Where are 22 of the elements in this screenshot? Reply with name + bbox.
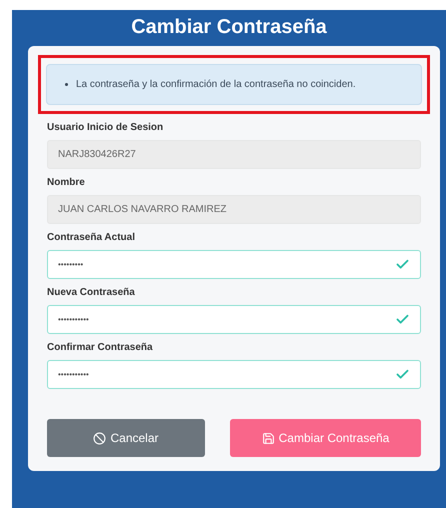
input-field[interactable]: •••••••••••	[47, 360, 421, 389]
field-label: Confirmar Contraseña	[47, 341, 154, 355]
page-title: Cambiar Contraseña	[130, 15, 328, 40]
field-value: JUAN CARLOS NAVARRO RAMIREZ	[58, 203, 228, 217]
field-label: Nueva Contraseña	[47, 286, 136, 300]
input-field[interactable]: •••••••••••	[47, 305, 421, 334]
save-icon	[262, 432, 275, 444]
field-label: Usuario Inicio de Sesion	[47, 121, 164, 135]
cancel-icon	[93, 432, 106, 444]
field-label: Contraseña Actual	[47, 231, 136, 245]
input-field[interactable]: JUAN CARLOS NAVARRO RAMIREZ	[47, 195, 421, 224]
field-label: Nombre	[47, 176, 86, 190]
error-message: La contraseña y la confirmación de la contraseña no coinciden.	[76, 78, 356, 92]
field-value: •••••••••••	[58, 368, 90, 380]
input-field[interactable]: NARJ830426R27	[47, 140, 421, 169]
field-value: NARJ830426R27	[58, 148, 137, 162]
cancel-button[interactable]: Cancelar	[47, 419, 205, 457]
bullet-icon	[65, 83, 68, 86]
input-field[interactable]: •••••••••	[47, 250, 421, 279]
field-value: •••••••••	[58, 258, 84, 270]
submit-button[interactable]: Cambiar Contraseña	[230, 419, 421, 457]
field-value: •••••••••••	[58, 314, 90, 326]
